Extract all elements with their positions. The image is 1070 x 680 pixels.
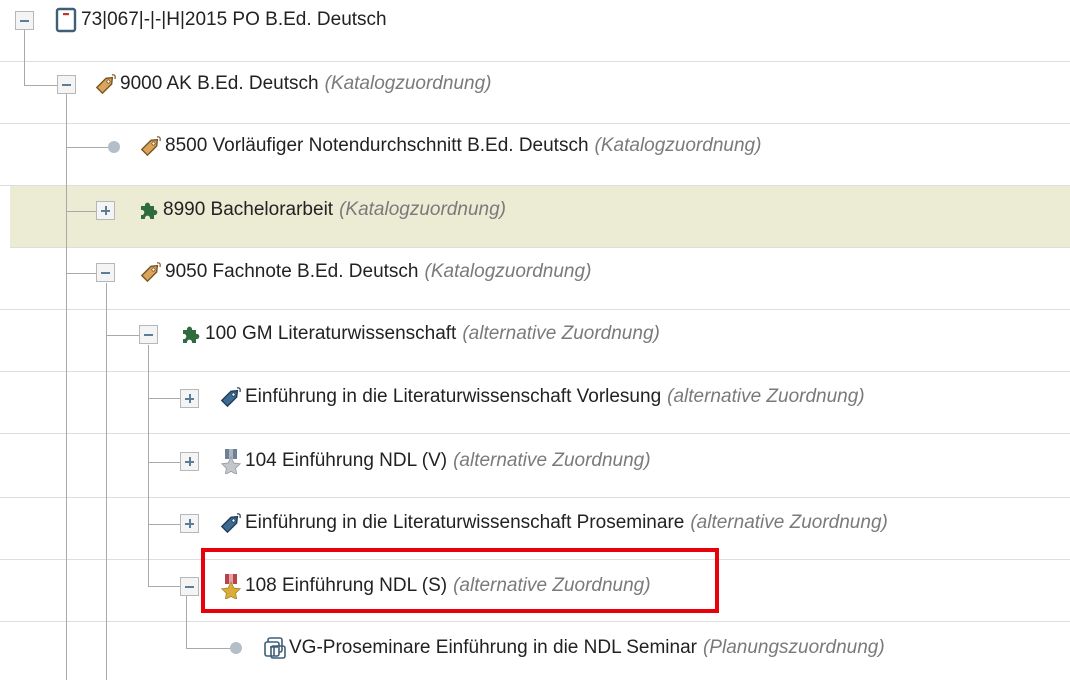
tree-connector	[148, 586, 180, 587]
tag-icon	[138, 259, 164, 285]
node-assignment-type: (Katalogzuordnung)	[594, 135, 762, 156]
puzzle-icon	[136, 197, 162, 223]
tree-connector	[148, 345, 149, 586]
expand-toggle[interactable]	[180, 389, 199, 408]
node-label: Einführung in die Literaturwissenschaft …	[245, 386, 662, 407]
node-assignment-type: (Katalogzuordnung)	[339, 199, 506, 220]
leaf-bullet-icon	[230, 642, 242, 654]
tree-node-po-deutsch[interactable]: 73|067|-|-|H|2015 PO B.Ed. Deutsch	[54, 5, 387, 35]
collapse-toggle[interactable]	[96, 263, 115, 282]
expand-toggle[interactable]	[180, 514, 199, 533]
leaf-bullet-icon	[108, 141, 120, 153]
node-assignment-type: (alternative Zuordnung)	[690, 512, 888, 533]
tag-blue-icon	[218, 384, 244, 410]
node-label: 108 Einführung NDL (S)	[245, 575, 448, 596]
node-label: 104 Einführung NDL (V)	[245, 450, 448, 471]
expand-toggle[interactable]	[180, 452, 199, 471]
node-assignment-type: (Katalogzuordnung)	[424, 261, 592, 282]
node-label: 73|067|-|-|H|2015 PO B.Ed. Deutsch	[81, 9, 387, 30]
tree-connector	[148, 462, 180, 463]
tree-connector	[106, 283, 107, 680]
tree-node-8990-bachelorarbeit[interactable]: 8990 Bachelorarbeit (Katalogzuordnung)	[136, 195, 506, 225]
tree-node-100-gm[interactable]: 100 GM Literaturwissenschaft (alternativ…	[178, 319, 660, 349]
tree-node-104-ndl-v[interactable]: 104 Einführung NDL (V) (alternative Zuor…	[218, 446, 651, 476]
tag-icon	[93, 71, 119, 97]
tree-node-einfuehrung-proseminare[interactable]: Einführung in die Literaturwissenschaft …	[218, 508, 888, 538]
node-assignment-type: (alternative Zuordnung)	[453, 575, 651, 596]
tree-node-8500[interactable]: 8500 Vorläufiger Notendurchschnitt B.Ed.…	[138, 131, 761, 161]
node-assignment-type: (alternative Zuordnung)	[462, 323, 660, 344]
tree-connector	[66, 273, 96, 274]
node-label: 9050 Fachnote B.Ed. Deutsch	[165, 261, 419, 282]
node-label: 8990 Bachelorarbeit	[163, 199, 334, 220]
collapse-toggle[interactable]	[15, 11, 34, 30]
tree-connector	[24, 30, 25, 85]
node-label: 8500 Vorläufiger Notendurchschnitt B.Ed.…	[165, 135, 589, 156]
medal-silver-icon	[218, 448, 244, 474]
node-assignment-type: (Katalogzuordnung)	[324, 73, 492, 94]
document-icon	[54, 7, 80, 33]
tree-connector	[66, 211, 96, 212]
tree-node-108-ndl-s[interactable]: 108 Einführung NDL (S) (alternative Zuor…	[218, 571, 651, 601]
medal-gold-icon	[218, 573, 244, 599]
tree-connector	[24, 85, 57, 86]
tree-connector	[106, 335, 139, 336]
node-label: 9000 AK B.Ed. Deutsch	[120, 73, 319, 94]
expand-toggle[interactable]	[96, 201, 115, 220]
tree-connector	[66, 94, 67, 680]
tree-connector	[148, 398, 180, 399]
tag-icon	[138, 133, 164, 159]
tree-node-9000-ak[interactable]: 9000 AK B.Ed. Deutsch (Katalogzuordnung)	[93, 69, 491, 99]
puzzle-icon	[178, 321, 204, 347]
collapse-toggle[interactable]	[139, 325, 158, 344]
tree-connector	[186, 648, 230, 649]
tree-connector	[148, 524, 180, 525]
node-assignment-type: (alternative Zuordnung)	[453, 450, 651, 471]
node-label: Einführung in die Literaturwissenschaft …	[245, 512, 685, 533]
collapse-toggle[interactable]	[180, 577, 199, 596]
tag-blue-icon	[218, 510, 244, 536]
module-tree: 73|067|-|-|H|2015 PO B.Ed. Deutsch 9000 …	[0, 0, 1070, 680]
node-label: 100 GM Literaturwissenschaft	[205, 323, 457, 344]
node-assignment-type: (alternative Zuordnung)	[667, 386, 865, 407]
collapse-toggle[interactable]	[57, 75, 76, 94]
tree-node-vg-proseminare[interactable]: VG-Proseminare Einführung in die NDL Sem…	[262, 633, 885, 663]
node-label: VG-Proseminare Einführung in die NDL Sem…	[289, 637, 697, 658]
tree-connector	[66, 147, 108, 148]
node-assignment-type: (Planungszuordnung)	[702, 637, 885, 658]
tree-node-9050-fachnote[interactable]: 9050 Fachnote B.Ed. Deutsch (Katalogzuor…	[138, 257, 591, 287]
tree-connector	[186, 596, 187, 648]
course-group-icon	[262, 635, 288, 661]
tree-node-einfuehrung-vorlesung[interactable]: Einführung in die Literaturwissenschaft …	[218, 382, 865, 412]
